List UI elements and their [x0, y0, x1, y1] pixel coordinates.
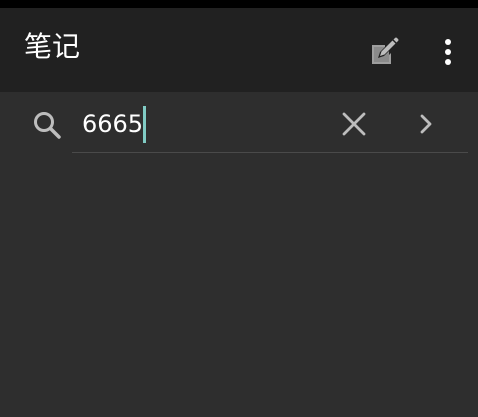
chevron-right-icon — [420, 114, 432, 134]
app-title: 笔记 — [24, 30, 81, 63]
overflow-menu-button[interactable] — [426, 30, 470, 74]
clear-search-button[interactable] — [336, 106, 372, 142]
next-result-button[interactable] — [410, 106, 442, 142]
text-cursor — [143, 106, 146, 143]
more-vert-icon — [445, 39, 451, 65]
app-bar: 笔记 — [0, 8, 478, 92]
close-icon — [342, 112, 366, 136]
notes-list-area — [0, 156, 478, 417]
search-bar — [0, 92, 478, 156]
note-edit-icon — [372, 37, 399, 64]
search-icon — [34, 112, 61, 139]
compose-note-button[interactable] — [362, 30, 406, 74]
search-input[interactable] — [82, 106, 322, 142]
status-bar — [0, 0, 478, 8]
search-underline — [72, 152, 468, 153]
